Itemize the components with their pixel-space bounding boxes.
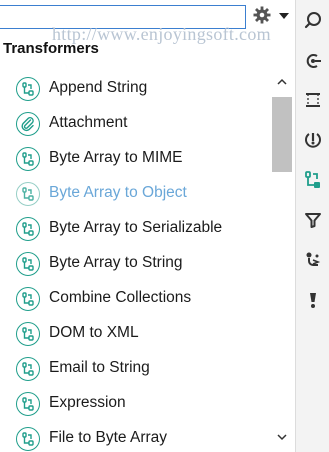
palette-toolbar [0, 0, 295, 34]
transformer-icon [16, 287, 40, 311]
list-item-label: Combine Collections [49, 289, 192, 306]
chevron-down-icon[interactable] [277, 9, 291, 21]
list-item[interactable]: DOM to XML [0, 316, 268, 351]
paperclip-icon [16, 112, 40, 136]
list-item-label: Attachment [49, 114, 128, 131]
list-item[interactable]: Email to String [0, 351, 268, 386]
list-item-label: File to Byte Array [49, 429, 168, 446]
palette-category-toolbar [295, 0, 329, 452]
list-item[interactable]: Combine Collections [0, 281, 268, 316]
transformer-icon [16, 147, 40, 171]
flow-control-icon[interactable] [301, 248, 325, 272]
transformer-icon [16, 217, 40, 241]
list-item-label: Append String [49, 79, 148, 96]
transformer-icon [16, 77, 40, 101]
transformer-icon [16, 252, 40, 276]
transformer-icon [16, 182, 40, 206]
chevron-down-icon[interactable] [275, 430, 289, 442]
list-item-label: Byte Array to String [49, 254, 183, 271]
transformer-icon [16, 322, 40, 346]
search-icon[interactable] [301, 8, 325, 32]
gear-icon[interactable] [252, 5, 272, 25]
filter-icon[interactable] [301, 208, 325, 232]
transformer-icon [16, 392, 40, 416]
list-item-label: Email to String [49, 359, 150, 376]
list-item-label: Byte Array to Object [49, 184, 187, 201]
transformer-icon[interactable] [301, 168, 325, 192]
list-item[interactable]: Attachment [0, 106, 268, 141]
scope-icon[interactable] [301, 88, 325, 112]
list-item[interactable]: Expression [0, 386, 268, 421]
chevron-up-icon[interactable] [275, 75, 289, 87]
connector-icon[interactable] [301, 49, 325, 73]
list-item[interactable]: Append String [0, 71, 268, 106]
list-item[interactable]: Byte Array to Object [0, 176, 268, 211]
list-item-label: Byte Array to MIME [49, 149, 183, 166]
transformer-icon [16, 427, 40, 451]
list-item[interactable]: Byte Array to String [0, 246, 268, 281]
list-item[interactable]: File to Byte Array [0, 421, 268, 452]
transformer-icon [16, 357, 40, 381]
list-item[interactable]: Byte Array to Serializable [0, 211, 268, 246]
transformer-list: Append String Attachment Byte Array to M… [0, 71, 268, 452]
list-item[interactable]: Byte Array to MIME [0, 141, 268, 176]
scrollbar-thumb[interactable] [272, 97, 292, 172]
search-input[interactable] [0, 5, 246, 29]
list-item-label: Expression [49, 394, 126, 411]
component-icon[interactable] [301, 128, 325, 152]
error-handling-icon[interactable] [301, 288, 325, 312]
section-title: Transformers [3, 40, 99, 57]
list-item-label: DOM to XML [49, 324, 139, 341]
list-item-label: Byte Array to Serializable [49, 219, 223, 236]
